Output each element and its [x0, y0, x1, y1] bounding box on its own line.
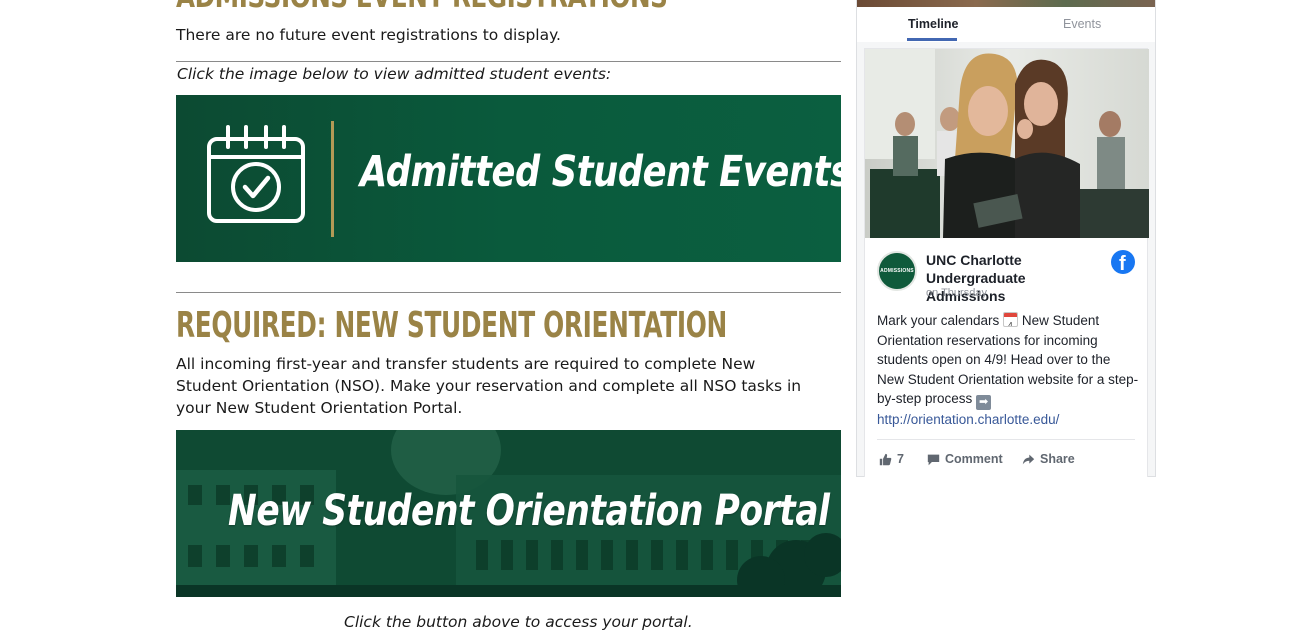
click-portal-instruction: Click the button above to access your po… [344, 613, 693, 631]
like-button[interactable]: 7 [879, 452, 904, 466]
event-registrations-heading-container: Admissions Event Registrations [176, 0, 841, 14]
tab-events[interactable]: Events [1063, 17, 1101, 31]
admitted-student-events-banner[interactable]: Admitted Student Events [176, 95, 841, 262]
divider [176, 292, 841, 293]
facebook-tabs: Timeline Events [857, 7, 1155, 42]
banner-gold-divider [331, 121, 334, 237]
like-count: 7 [897, 452, 904, 466]
comment-button[interactable]: Comment [927, 452, 1003, 466]
calendar-emoji-icon: 4 [1003, 312, 1019, 327]
post-actions: 7 Comment Share [879, 452, 1139, 472]
orientation-link[interactable]: http://orientation.charlotte.edu/ [877, 412, 1059, 427]
admitted-student-events-title: Admitted Student Events [360, 147, 841, 197]
students-photo-image [865, 49, 1149, 238]
no-registrations-text: There are no future event registrations … [176, 26, 561, 44]
divider [176, 61, 841, 62]
comment-icon [927, 454, 940, 465]
click-events-instruction: Click the image below to view admitted s… [177, 65, 612, 83]
post-text-part-1: Mark your calendars [877, 313, 1000, 328]
comment-label: Comment [945, 452, 1003, 466]
active-tab-indicator [907, 38, 957, 41]
actions-divider [877, 439, 1135, 440]
event-registrations-heading: Admissions Event Registrations [176, 0, 721, 14]
facebook-post: ADMISSIONS UNC Charlotte Undergraduate A… [864, 48, 1149, 477]
nso-portal-banner[interactable]: New Student Orientation Portal [176, 430, 841, 597]
share-label: Share [1040, 452, 1075, 466]
facebook-cover-photo[interactable] [857, 0, 1155, 7]
facebook-page-widget: Timeline Events ADMISSIONS UNC Charlotte… [856, 0, 1156, 477]
right-arrow-emoji-icon: ➡ [976, 395, 992, 410]
facebook-logo-icon[interactable]: f [1111, 250, 1135, 275]
tab-timeline[interactable]: Timeline [908, 17, 958, 31]
calendar-check-icon [207, 125, 305, 223]
post-photo[interactable] [865, 49, 1149, 238]
calendar-emoji-day: 4 [1008, 321, 1013, 327]
nso-portal-title: New Student Orientation Portal [228, 486, 830, 536]
share-icon [1022, 454, 1035, 464]
page-avatar[interactable]: ADMISSIONS [877, 251, 917, 291]
post-text: Mark your calendars 4 New Student Orient… [877, 311, 1139, 430]
avatar-label: ADMISSIONS [880, 268, 914, 274]
facebook-logo-letter: f [1119, 253, 1126, 275]
nso-description: All incoming first-year and transfer stu… [176, 355, 802, 417]
post-timestamp[interactable]: on Thursday [926, 287, 987, 299]
nso-heading: REQUIRED: NEW STUDENT ORIENTATION [176, 305, 727, 346]
share-button[interactable]: Share [1022, 452, 1075, 466]
like-icon [879, 453, 892, 465]
